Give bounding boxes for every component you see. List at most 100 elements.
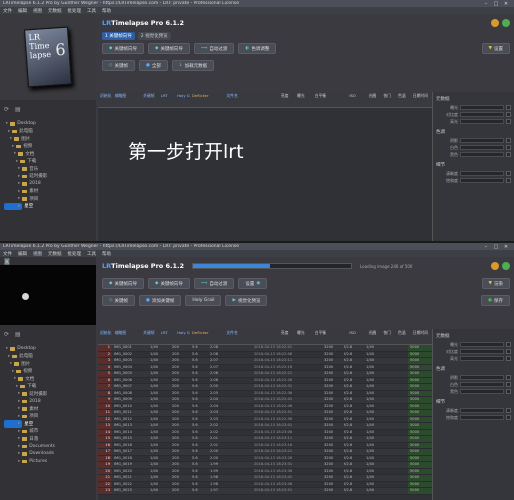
expand-icon[interactable]: ▸ — [18, 399, 20, 404]
column-header[interactable]: 缩略图 — [113, 92, 141, 107]
field-input[interactable] — [460, 408, 504, 413]
menu-metadata[interactable]: 元数据 — [48, 251, 62, 257]
menu-tools[interactable]: 工具 — [87, 251, 96, 257]
help-icon[interactable] — [491, 19, 499, 27]
column-header[interactable]: ISO — [347, 92, 366, 107]
menu-file[interactable]: 文件 — [3, 251, 12, 257]
field-input[interactable] — [460, 112, 504, 117]
close-icon[interactable]: ✕ — [501, 244, 511, 250]
refresh-icon[interactable]: ⟳ — [4, 331, 9, 338]
tree-item[interactable]: ▸ 图片 — [4, 135, 92, 143]
tree-item[interactable]: ▸ 视频 — [4, 368, 92, 376]
tree-item[interactable]: ▸ 素材 — [4, 188, 92, 196]
tree-item[interactable]: ▸ 日落 — [4, 435, 92, 443]
column-header[interactable]: 曝光 — [295, 329, 313, 344]
expand-icon[interactable]: ▸ — [18, 421, 20, 426]
column-header[interactable]: 快门 — [381, 92, 396, 107]
field-checkbox[interactable] — [506, 356, 511, 361]
menu-tools[interactable]: 工具 — [87, 8, 96, 14]
field-checkbox[interactable] — [506, 375, 511, 380]
field-input[interactable] — [460, 356, 504, 361]
save-button[interactable]: ● 保存 — [481, 295, 510, 306]
menu-edit[interactable]: 编辑 — [18, 251, 27, 257]
expand-icon[interactable]: ▸ — [14, 151, 16, 156]
field-checkbox[interactable] — [506, 178, 511, 183]
tree-item[interactable]: ▸ 城市 — [4, 428, 92, 436]
field-checkbox[interactable] — [506, 415, 511, 420]
expand-icon[interactable]: ▸ — [18, 414, 20, 419]
close-icon[interactable]: ✕ — [501, 1, 511, 7]
expand-icon[interactable]: ▸ — [16, 159, 18, 164]
settings-icon[interactable] — [502, 262, 510, 270]
expand-icon[interactable]: ▸ — [6, 121, 8, 126]
field-input[interactable] — [460, 105, 504, 110]
field-input[interactable] — [460, 178, 504, 183]
tone-adjust-button[interactable]: ◐ 色调调整 — [238, 43, 277, 54]
tree-item[interactable]: ▸ 文档 — [4, 375, 92, 383]
tree-item[interactable]: ▸ 星空 — [4, 420, 33, 428]
auto-transition-button[interactable]: ⟿ 自动过渡 — [193, 278, 235, 289]
field-checkbox[interactable] — [506, 119, 511, 124]
settings-badge[interactable]: 设置 ◉ — [238, 278, 268, 289]
expand-icon[interactable]: ▸ — [10, 136, 12, 141]
field-input[interactable] — [460, 119, 504, 124]
column-header[interactable]: 初始化 — [98, 92, 113, 107]
tree-item[interactable]: ▸ 下载 — [4, 383, 92, 391]
tree-item[interactable]: ▸ 视频 — [4, 143, 92, 151]
tree-item[interactable]: ▸ Downloads — [4, 450, 92, 458]
menu-view[interactable]: 视图 — [33, 8, 42, 14]
field-input[interactable] — [460, 415, 504, 420]
column-header[interactable]: Holy Grail — [175, 92, 190, 107]
field-checkbox[interactable] — [506, 171, 511, 176]
table-row[interactable]: 23 IMG_0023 1/40 200 5.6 1.97 2018-04-13 18:23… — [98, 488, 464, 495]
load-metadata-button[interactable]: ↓ 加载元数据 — [171, 60, 215, 71]
tree-item[interactable]: ▸ 下载 — [4, 158, 92, 166]
expand-icon[interactable]: ▸ — [18, 166, 20, 171]
column-header[interactable]: 曝光 — [295, 92, 313, 107]
menu-file[interactable]: 文件 — [3, 8, 12, 14]
expand-icon[interactable]: ▸ — [18, 436, 20, 441]
minimize-icon[interactable]: – — [481, 244, 491, 250]
menu-view[interactable]: 视图 — [33, 251, 42, 257]
keyframe-wizard2-button[interactable]: ◆ 关键帧向导 — [147, 278, 190, 289]
expand-icon[interactable]: ▸ — [12, 144, 14, 149]
column-header[interactable]: Deflicker — [190, 329, 225, 344]
expand-icon[interactable]: ▸ — [18, 459, 20, 464]
column-header[interactable]: 色温 — [396, 329, 411, 344]
field-checkbox[interactable] — [506, 408, 511, 413]
expand-icon[interactable]: ▸ — [18, 204, 20, 209]
column-header[interactable]: 文件名 — [224, 329, 278, 344]
expand-icon[interactable]: ▸ — [18, 429, 20, 434]
expand-icon[interactable]: ▸ — [18, 391, 20, 396]
all-button[interactable]: ● 全部 — [138, 60, 168, 71]
field-checkbox[interactable] — [506, 105, 511, 110]
minimize-icon[interactable]: – — [481, 1, 491, 7]
expand-icon[interactable]: ▸ — [6, 346, 8, 351]
column-header[interactable]: 快门 — [381, 329, 396, 344]
field-input[interactable] — [460, 342, 504, 347]
visual-preview-button[interactable]: ▶ 视觉化预览 — [225, 295, 268, 306]
tree-item[interactable]: ▸ 2018 — [4, 180, 92, 188]
column-header[interactable]: 亮度 — [279, 92, 295, 107]
tree-item[interactable]: ▸ 音乐 — [4, 165, 92, 173]
field-input[interactable] — [460, 382, 504, 387]
tree-item[interactable]: ▸ 延时摄影 — [4, 173, 92, 181]
expand-icon[interactable]: ▸ — [14, 376, 16, 381]
field-checkbox[interactable] — [506, 112, 511, 117]
tree-item[interactable]: ▸ 延时摄影 — [4, 390, 92, 398]
folder-icon[interactable]: ▤ — [15, 106, 21, 113]
column-header[interactable]: 关键帧 — [141, 329, 159, 344]
camera-icon[interactable]: ◙ — [4, 258, 10, 265]
tab-visual-preview[interactable]: 2 视觉化预览 — [137, 32, 171, 40]
tree-item[interactable]: ▸ Desktop — [4, 345, 92, 353]
field-input[interactable] — [460, 375, 504, 380]
expand-icon[interactable]: ▸ — [18, 181, 20, 186]
expand-icon[interactable]: ▸ — [18, 451, 20, 456]
maximize-icon[interactable]: □ — [491, 244, 501, 250]
tree-item[interactable]: ▸ 此电脑 — [4, 128, 92, 136]
expand-icon[interactable]: ▸ — [18, 196, 20, 201]
column-header[interactable]: 白平衡 — [313, 92, 348, 107]
field-input[interactable] — [460, 138, 504, 143]
column-header[interactable]: 亮度 — [279, 329, 295, 344]
column-header[interactable]: Deflicker — [190, 92, 225, 107]
